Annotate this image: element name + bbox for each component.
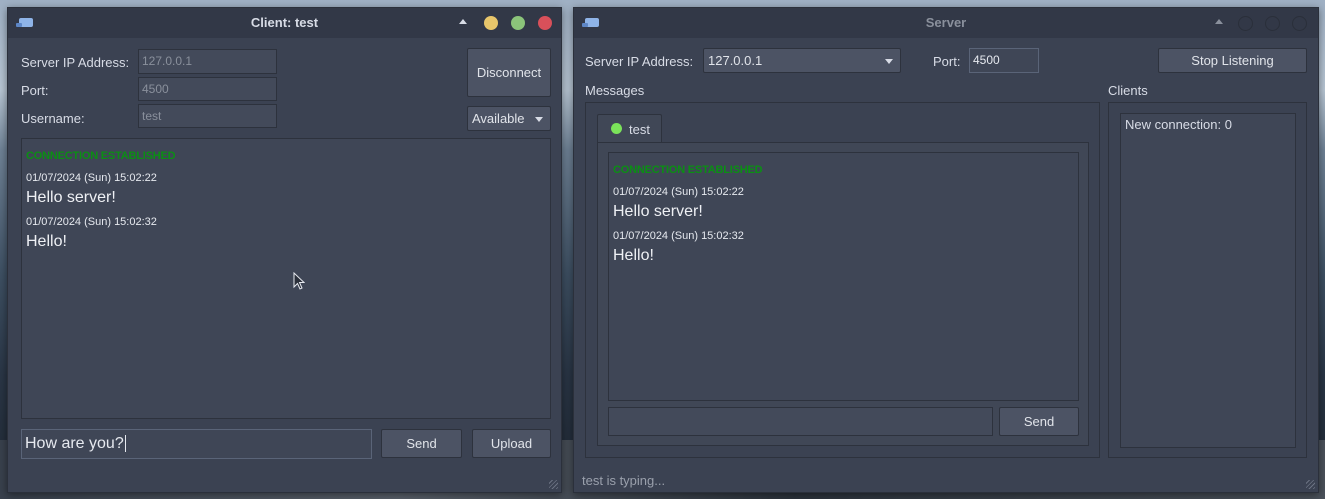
client-window: Client: test Server IP Address: 127.0.0.… xyxy=(7,7,562,493)
tab-label: test xyxy=(629,122,650,137)
clients-label: Clients xyxy=(1108,83,1148,98)
server-ip-field[interactable]: 127.0.0.1 xyxy=(138,49,277,74)
port-field[interactable]: 4500 xyxy=(138,77,277,101)
message-timestamp: 01/07/2024 (Sun) 15:02:32 xyxy=(26,216,157,228)
clients-list[interactable]: New connection: 0 xyxy=(1120,113,1296,448)
port-field[interactable]: 4500 xyxy=(969,48,1039,73)
text-caret xyxy=(124,435,126,452)
message-text: Hello server! xyxy=(26,189,116,206)
resize-grip[interactable] xyxy=(549,480,558,489)
client-titlebar[interactable]: Client: test xyxy=(8,8,561,38)
connection-status-text: CONNECTION ESTABLISHED xyxy=(613,164,763,176)
server-message-input[interactable] xyxy=(608,407,993,436)
client-window-title: Client: test xyxy=(250,15,319,30)
username-label: Username: xyxy=(21,111,85,126)
minimize-button[interactable] xyxy=(484,16,498,30)
status-bar: test is typing... xyxy=(582,473,666,488)
port-label: Port: xyxy=(21,83,49,98)
message-text: Hello server! xyxy=(613,203,703,220)
client-message-input[interactable]: How are you? xyxy=(21,429,372,459)
status-select[interactable]: Available xyxy=(467,106,551,131)
chevron-down-icon xyxy=(535,116,543,122)
message-timestamp: 01/07/2024 (Sun) 15:02:22 xyxy=(613,186,744,198)
tab-content: CONNECTION ESTABLISHED 01/07/2024 (Sun) … xyxy=(597,142,1089,446)
keep-above-icon[interactable] xyxy=(1215,19,1223,24)
send-button[interactable]: Send xyxy=(381,429,462,458)
maximize-button[interactable] xyxy=(1265,16,1280,31)
server-send-button[interactable]: Send xyxy=(999,407,1079,436)
message-timestamp: 01/07/2024 (Sun) 15:02:32 xyxy=(613,230,744,242)
clients-group: New connection: 0 xyxy=(1108,102,1307,458)
server-ip-select-value: 127.0.0.1 xyxy=(708,53,763,68)
message-text: Hello! xyxy=(26,233,67,250)
online-status-dot xyxy=(611,123,622,134)
server-window-title: Server xyxy=(925,15,967,30)
status-select-value: Available xyxy=(472,111,525,126)
messages-label: Messages xyxy=(585,83,645,98)
message-text: Hello! xyxy=(613,247,654,264)
port-label: Port: xyxy=(933,54,961,69)
minimize-button[interactable] xyxy=(1238,16,1253,31)
stop-listening-button[interactable]: Stop Listening xyxy=(1158,48,1307,73)
messages-group: test CONNECTION ESTABLISHED 01/07/2024 (… xyxy=(585,102,1100,458)
close-button[interactable] xyxy=(1292,16,1307,31)
message-timestamp: 01/07/2024 (Sun) 15:02:22 xyxy=(26,172,157,184)
client-message-view[interactable]: CONNECTION ESTABLISHED 01/07/2024 (Sun) … xyxy=(21,138,551,419)
server-message-view[interactable]: CONNECTION ESTABLISHED 01/07/2024 (Sun) … xyxy=(608,152,1079,401)
server-ip-select[interactable]: 127.0.0.1 xyxy=(703,48,901,73)
keep-above-icon[interactable] xyxy=(459,19,467,24)
upload-button[interactable]: Upload xyxy=(472,429,551,458)
server-ip-label: Server IP Address: xyxy=(21,55,130,70)
client-list-item[interactable]: New connection: 0 xyxy=(1125,117,1232,132)
username-field[interactable]: test xyxy=(138,104,277,128)
resize-grip[interactable] xyxy=(1306,480,1315,489)
server-titlebar[interactable]: Server xyxy=(574,8,1318,38)
mouse-cursor-icon xyxy=(293,272,305,290)
connection-status-text: CONNECTION ESTABLISHED xyxy=(26,150,176,162)
server-ip-label: Server IP Address: xyxy=(585,54,694,69)
close-button[interactable] xyxy=(538,16,552,30)
disconnect-button[interactable]: Disconnect xyxy=(467,48,551,97)
server-window: Server Server IP Address: 127.0.0.1 Port… xyxy=(573,7,1319,493)
maximize-button[interactable] xyxy=(511,16,525,30)
message-input-value: How are you? xyxy=(25,435,124,452)
tab-test[interactable]: test xyxy=(597,114,662,143)
chevron-down-icon xyxy=(885,58,893,64)
